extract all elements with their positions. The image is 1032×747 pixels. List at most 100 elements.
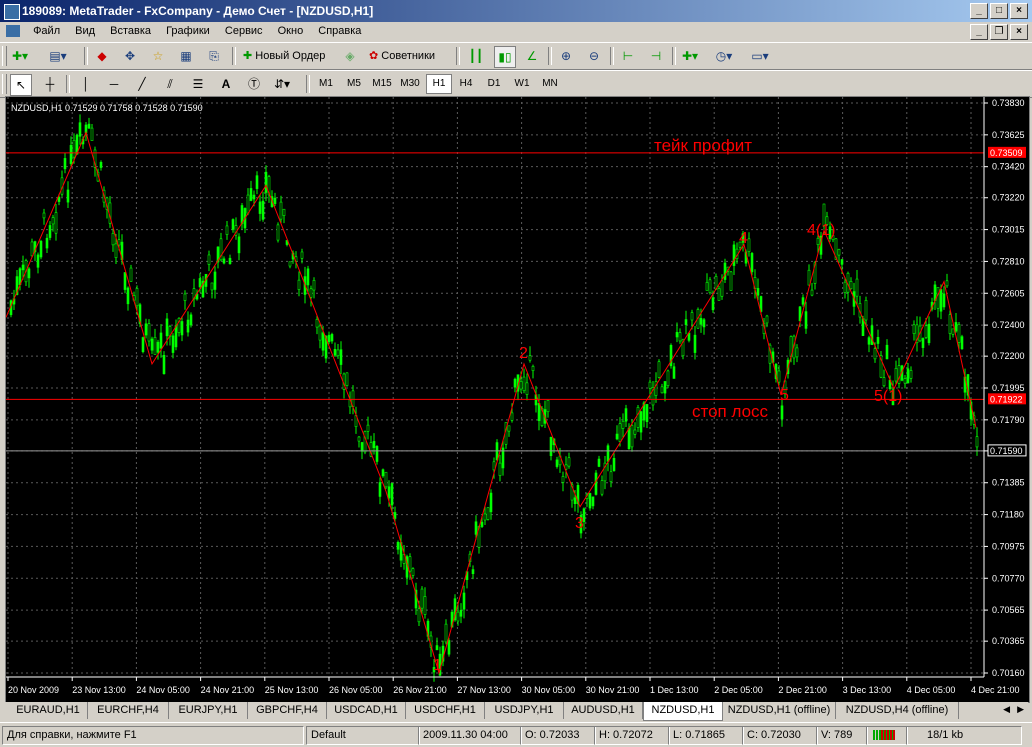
tab-euraud-h1[interactable]: EURAUD,H1 — [9, 702, 88, 719]
tf-h1-button[interactable]: H1 — [426, 74, 452, 94]
candle-body — [375, 446, 379, 462]
terminal-icon[interactable]: ▦ — [176, 46, 196, 66]
price-tick-label: 0.70565 — [992, 605, 1025, 615]
minimize-button[interactable]: _ — [970, 3, 988, 19]
candle-body — [810, 289, 814, 296]
candle-body — [27, 268, 31, 279]
tab-audusd-h1[interactable]: AUDUSD,H1 — [564, 702, 643, 719]
bar-chart-icon[interactable]: ┃┃ — [466, 46, 486, 66]
candle-body — [528, 355, 532, 361]
doc-icon[interactable] — [6, 25, 20, 38]
line-chart-icon[interactable]: ∠ — [522, 46, 542, 66]
candle-body — [876, 337, 880, 344]
tf-m30-button[interactable]: M30 — [398, 74, 422, 94]
tab-usdjpy-h1[interactable]: USDJPY,H1 — [485, 702, 564, 719]
menu-tools[interactable]: Сервис — [219, 22, 269, 40]
candle-body — [720, 280, 724, 297]
candle-body — [573, 497, 577, 505]
candle-body — [954, 322, 958, 332]
price-tick-label: 0.70365 — [992, 636, 1025, 646]
candle-body — [639, 411, 643, 433]
text-icon[interactable]: A — [216, 74, 236, 94]
menu-window[interactable]: Окно — [272, 22, 310, 40]
strategy-tester-icon[interactable]: ⎘ — [204, 46, 224, 66]
navigator-icon[interactable]: ☆ — [148, 46, 168, 66]
tf-d1-button[interactable]: D1 — [482, 74, 506, 94]
candle-body — [57, 196, 61, 202]
data-window-icon[interactable]: ✥ — [120, 46, 140, 66]
price-tick-label: 0.70975 — [992, 541, 1025, 551]
experts-button[interactable]: ✿ Советники — [366, 46, 438, 66]
price-tick-label: 0.72400 — [992, 320, 1025, 330]
channel-icon[interactable]: ⫽ — [160, 74, 180, 94]
indicators-icon[interactable]: ✚▾ — [680, 46, 700, 66]
close-button[interactable]: × — [1010, 3, 1028, 19]
candle-body — [807, 269, 811, 286]
tab-scroll-right-icon[interactable]: ▶ — [1017, 704, 1024, 715]
cursor-icon[interactable]: ↖ — [10, 74, 32, 96]
menu-file[interactable]: Файл — [27, 22, 66, 40]
menu-view[interactable]: Вид — [69, 22, 101, 40]
candle-body — [171, 335, 175, 353]
menu-insert[interactable]: Вставка — [104, 22, 157, 40]
tf-m1-button[interactable]: M1 — [314, 74, 338, 94]
zoom-in-icon[interactable]: ⊕ — [556, 46, 576, 66]
text-label-icon[interactable]: Ⓣ — [244, 74, 264, 94]
connection-bars-icon — [866, 726, 908, 745]
menu-charts[interactable]: Графики — [160, 22, 216, 40]
auto-scroll-icon[interactable]: ⊣ — [646, 46, 666, 66]
vertical-line-icon[interactable]: │ — [76, 74, 96, 94]
market-watch-icon[interactable]: ◆ — [92, 46, 112, 66]
tf-m15-button[interactable]: M15 — [370, 74, 394, 94]
mdi-close-button[interactable]: × — [1010, 24, 1028, 40]
new-chart-icon[interactable]: ✚▾ — [10, 46, 30, 66]
tf-m5-button[interactable]: M5 — [342, 74, 366, 94]
tab-scroll-left-icon[interactable]: ◀ — [1003, 704, 1010, 715]
trendline-icon[interactable]: ╱ — [132, 74, 152, 94]
candle-body — [486, 507, 490, 520]
metaeditor-icon[interactable]: ◈ — [340, 46, 360, 66]
candlestick-icon[interactable]: ▮▯ — [494, 46, 516, 68]
price-chart[interactable]: 0.73830 0.73625 0.73420 0.73220 0.73015 0.728… — [6, 97, 1029, 702]
candle-body — [906, 368, 910, 384]
candle-body — [522, 376, 526, 392]
tf-w1-button[interactable]: W1 — [510, 74, 534, 94]
tab-usdcad-h1[interactable]: USDCAD,H1 — [327, 702, 406, 719]
profiles-icon[interactable]: ▤▾ — [48, 46, 68, 66]
arrows-icon[interactable]: ⇵▾ — [272, 74, 292, 94]
maximize-button[interactable]: □ — [990, 3, 1008, 19]
status-help: Для справки, нажмите F1 — [2, 726, 304, 745]
periods-icon[interactable]: ◷▾ — [714, 46, 734, 66]
candle-body — [843, 281, 847, 293]
candle-body — [717, 288, 721, 301]
new-order-button[interactable]: ✚ Новый Ордер — [240, 46, 328, 66]
chart-shift-icon[interactable]: ⊢ — [618, 46, 638, 66]
mdi-minimize-button[interactable]: _ — [970, 24, 988, 40]
mdi-restore-button[interactable]: ❐ — [990, 24, 1008, 40]
candle-body — [618, 423, 622, 442]
wave-label-4: 4 — [739, 230, 748, 247]
wave-label-5: 5 — [780, 387, 789, 404]
candle-body — [975, 436, 979, 448]
templates-icon[interactable]: ▭▾ — [750, 46, 770, 66]
candle-body — [198, 278, 202, 288]
fibonacci-icon[interactable]: ☰ — [188, 74, 208, 94]
candle-body — [45, 237, 49, 249]
tab-eurjpy-h1[interactable]: EURJPY,H1 — [169, 702, 248, 719]
tf-h4-button[interactable]: H4 — [454, 74, 478, 94]
tab-nzdusd-h1-offline[interactable]: NZDUSD,H1 (offline) — [723, 702, 836, 719]
chart-window[interactable]: 0.73830 0.73625 0.73420 0.73220 0.73015 0.728… — [5, 96, 1030, 703]
tf-mn-button[interactable]: MN — [538, 74, 562, 94]
tab-eurchf-h4[interactable]: EURCHF,H4 — [88, 702, 169, 719]
candle-body — [621, 420, 625, 429]
menu-help[interactable]: Справка — [312, 22, 367, 40]
tab-nzdusd-h1[interactable]: NZDUSD,H1 — [643, 702, 723, 721]
zoom-out-icon[interactable]: ⊖ — [584, 46, 604, 66]
horizontal-line-icon[interactable]: ─ — [104, 74, 124, 94]
candle-body — [213, 271, 217, 290]
tab-usdchf-h1[interactable]: USDCHF,H1 — [406, 702, 485, 719]
tab-gbpchf-h4[interactable]: GBPCHF,H4 — [248, 702, 327, 719]
crosshair-icon[interactable]: ┼ — [40, 74, 60, 94]
tab-nzdusd-h4-offline[interactable]: NZDUSD,H4 (offline) — [836, 702, 959, 719]
candle-body — [657, 361, 661, 378]
